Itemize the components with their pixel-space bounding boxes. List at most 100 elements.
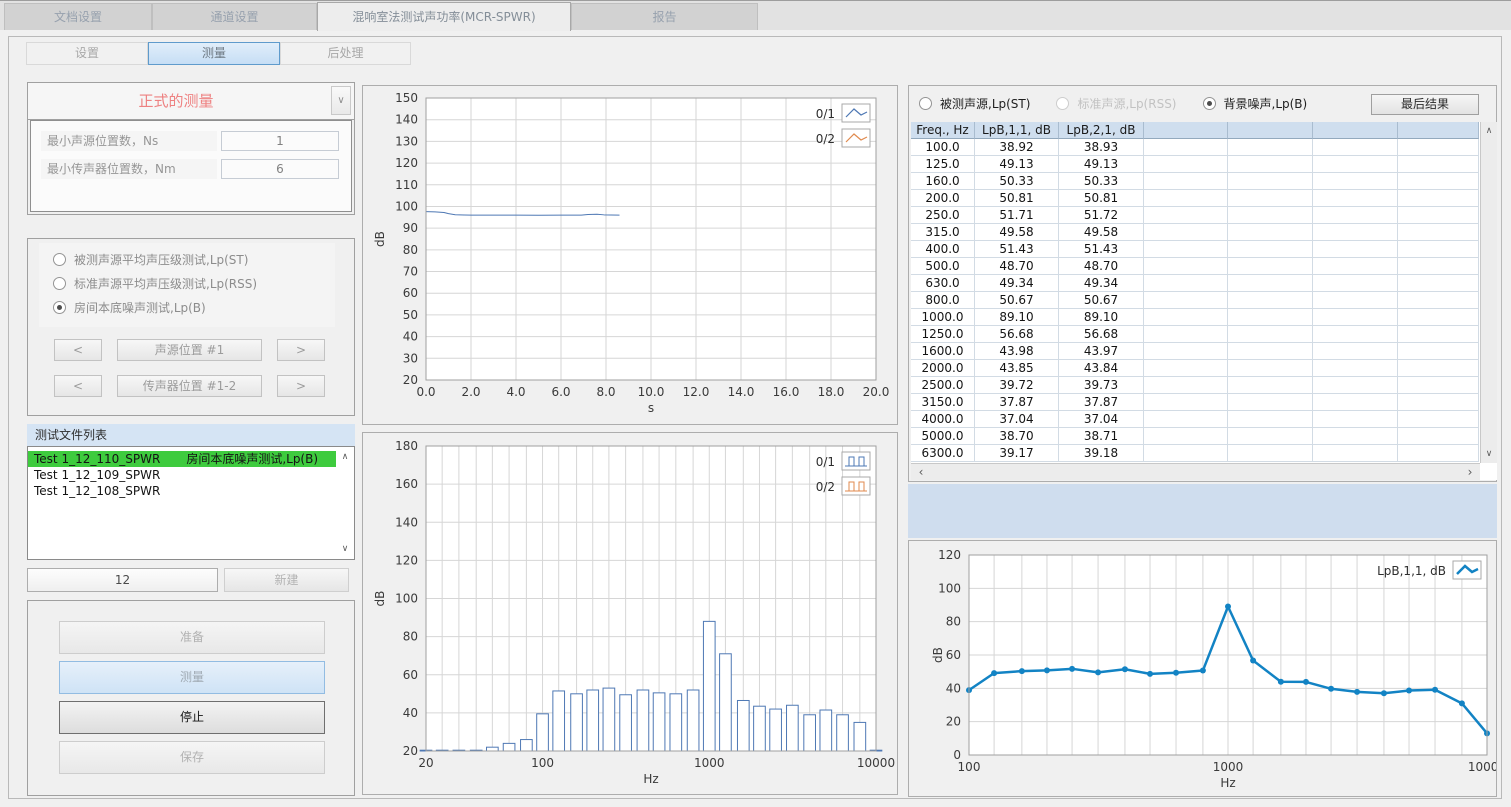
svg-text:40: 40 [403,706,418,720]
tab-3[interactable]: 混响室法测试声功率(MCR-SPWR) [317,2,571,31]
list-item[interactable]: Test 1_12_109_SPWR [28,467,336,483]
list-item[interactable]: Test 1_12_110_SPWR房间本底噪声测试,Lp(B) [28,451,336,467]
table-row[interactable]: 5000.038.7038.71 [911,428,1497,445]
radio-icon[interactable] [53,301,66,314]
table-cell [1144,343,1228,360]
measurement-mode-combobox[interactable]: 正式的测量 ∨ [28,83,354,120]
test-type-radio-group: 被测声源平均声压级测试,Lp(ST) 标准声源平均声压级测试,Lp(RSS) 房间本… [39,243,335,327]
table-row[interactable]: 250.051.7151.72 [911,207,1497,224]
test-type-radio[interactable]: 房间本底噪声测试,Lp(B) [53,301,206,317]
svg-text:6.0: 6.0 [551,385,570,399]
result-source-radio[interactable]: 背景噪声,Lp(B) [1203,97,1308,112]
position-label-button[interactable]: 声源位置 #1 [117,339,262,361]
table-row[interactable]: 1600.043.9843.97 [911,343,1497,360]
table-row[interactable]: 4000.037.0437.04 [911,411,1497,428]
scroll-down-icon[interactable]: ∨ [1482,448,1496,460]
table-row[interactable]: 400.051.4351.43 [911,241,1497,258]
field-input[interactable]: 1 [221,131,339,151]
subtab-2[interactable]: 测量 [148,42,280,65]
radio-icon[interactable] [53,277,66,290]
test-type-radio[interactable]: 标准声源平均声压级测试,Lp(RSS) [53,277,257,293]
table-cell [1398,275,1479,292]
table-cell [1398,394,1479,411]
table-row[interactable]: 630.049.3449.34 [911,275,1497,292]
table-header-cell [1144,122,1228,139]
time-history-chart: 20304050607080901001101201301401500.02.0… [363,86,897,424]
list-scroll-down-icon[interactable]: ∨ [338,543,352,555]
table-cell: 400.0 [911,241,975,258]
tab-1[interactable]: 文档设置 [4,3,152,30]
table-cell [1228,241,1313,258]
save-button[interactable]: 保存 [59,741,325,774]
list-scroll-up-icon[interactable]: ∧ [338,451,352,463]
svg-text:0/2: 0/2 [816,132,835,146]
radio-icon[interactable] [919,97,932,110]
radio-icon[interactable] [1056,97,1069,110]
svg-text:110: 110 [395,178,418,192]
table-cell: 125.0 [911,156,975,173]
table-cell: 39.73 [1059,377,1144,394]
table-row[interactable]: 100.038.9238.93 [911,139,1497,156]
table-cell [1228,411,1313,428]
svg-text:120: 120 [938,548,961,562]
table-row[interactable]: 3150.037.8737.87 [911,394,1497,411]
radio-icon[interactable] [53,253,66,266]
tab-2[interactable]: 通道设置 [152,3,317,30]
tab-4[interactable]: 报告 [571,3,758,30]
table-row[interactable]: 125.049.1349.13 [911,156,1497,173]
final-result-button[interactable]: 最后结果 [1371,94,1479,115]
result-source-radio[interactable]: 被测声源,Lp(ST) [919,97,1030,112]
position-next-button[interactable]: > [277,375,325,397]
table-row[interactable]: 500.048.7048.70 [911,258,1497,275]
file-count-button[interactable]: 12 [27,568,218,592]
table-header-cell [1398,122,1479,139]
radio-label: 标准声源平均声压级测试,Lp(RSS) [74,277,257,291]
table-cell [1228,377,1313,394]
field-input[interactable]: 6 [221,159,339,179]
table-vertical-scrollbar[interactable]: ∧∨ [1480,122,1497,463]
table-horizontal-scrollbar[interactable]: ‹› [911,463,1480,480]
result-source-radio[interactable]: 标准声源,Lp(RSS) [1056,97,1176,112]
table-cell [1313,326,1398,343]
measure-button[interactable]: 测量 [59,661,325,694]
table-row[interactable]: 1000.089.1089.10 [911,309,1497,326]
table-cell [1313,173,1398,190]
subtab-3[interactable]: 后处理 [280,42,411,65]
list-item[interactable]: Test 1_12_108_SPWR [28,483,336,499]
table-row[interactable]: 200.050.8150.81 [911,190,1497,207]
svg-text:12.0: 12.0 [683,385,710,399]
table-cell [1398,343,1479,360]
table-cell [1398,292,1479,309]
table-row[interactable]: 160.050.3350.33 [911,173,1497,190]
subtab-1[interactable]: 设置 [26,42,148,65]
table-cell: 50.81 [1059,190,1144,207]
table-row[interactable]: 315.049.5849.58 [911,224,1497,241]
table-cell: 37.04 [1059,411,1144,428]
table-row[interactable]: 800.050.6750.67 [911,292,1497,309]
table-row[interactable]: 2500.039.7239.73 [911,377,1497,394]
measurement-mode-dropdown-button[interactable]: ∨ [331,86,351,115]
svg-text:100: 100 [958,760,981,774]
test-type-radio[interactable]: 被测声源平均声压级测试,Lp(ST) [53,253,248,269]
main-tab-bar: 文档设置通道设置混响室法测试声功率(MCR-SPWR)报告 [0,0,1511,30]
table-row[interactable]: 6300.039.1739.18 [911,445,1497,462]
new-file-button[interactable]: 新建 [224,568,349,592]
table-cell: 38.70 [975,428,1059,445]
result-source-radio-group: 被测声源,Lp(ST) 标准声源,Lp(RSS) 背景噪声,Lp(B) [919,97,1307,113]
table-cell [1313,207,1398,224]
svg-text:120: 120 [395,553,418,567]
position-prev-button[interactable]: < [54,339,102,361]
prepare-button[interactable]: 准备 [59,621,325,654]
table-cell: 800.0 [911,292,975,309]
scroll-up-icon[interactable]: ∧ [1482,125,1496,137]
radio-icon[interactable] [1203,97,1216,110]
scroll-right-icon[interactable]: › [1463,466,1477,478]
stop-button[interactable]: 停止 [59,701,325,734]
table-row[interactable]: 1250.056.6856.68 [911,326,1497,343]
scroll-left-icon[interactable]: ‹ [914,466,928,478]
position-next-button[interactable]: > [277,339,325,361]
position-prev-button[interactable]: < [54,375,102,397]
table-row[interactable]: 2000.043.8543.84 [911,360,1497,377]
position-label-button[interactable]: 传声器位置 #1-2 [117,375,262,397]
test-file-list[interactable]: ∧ ∨ Test 1_12_110_SPWR房间本底噪声测试,Lp(B)Test… [27,446,355,560]
